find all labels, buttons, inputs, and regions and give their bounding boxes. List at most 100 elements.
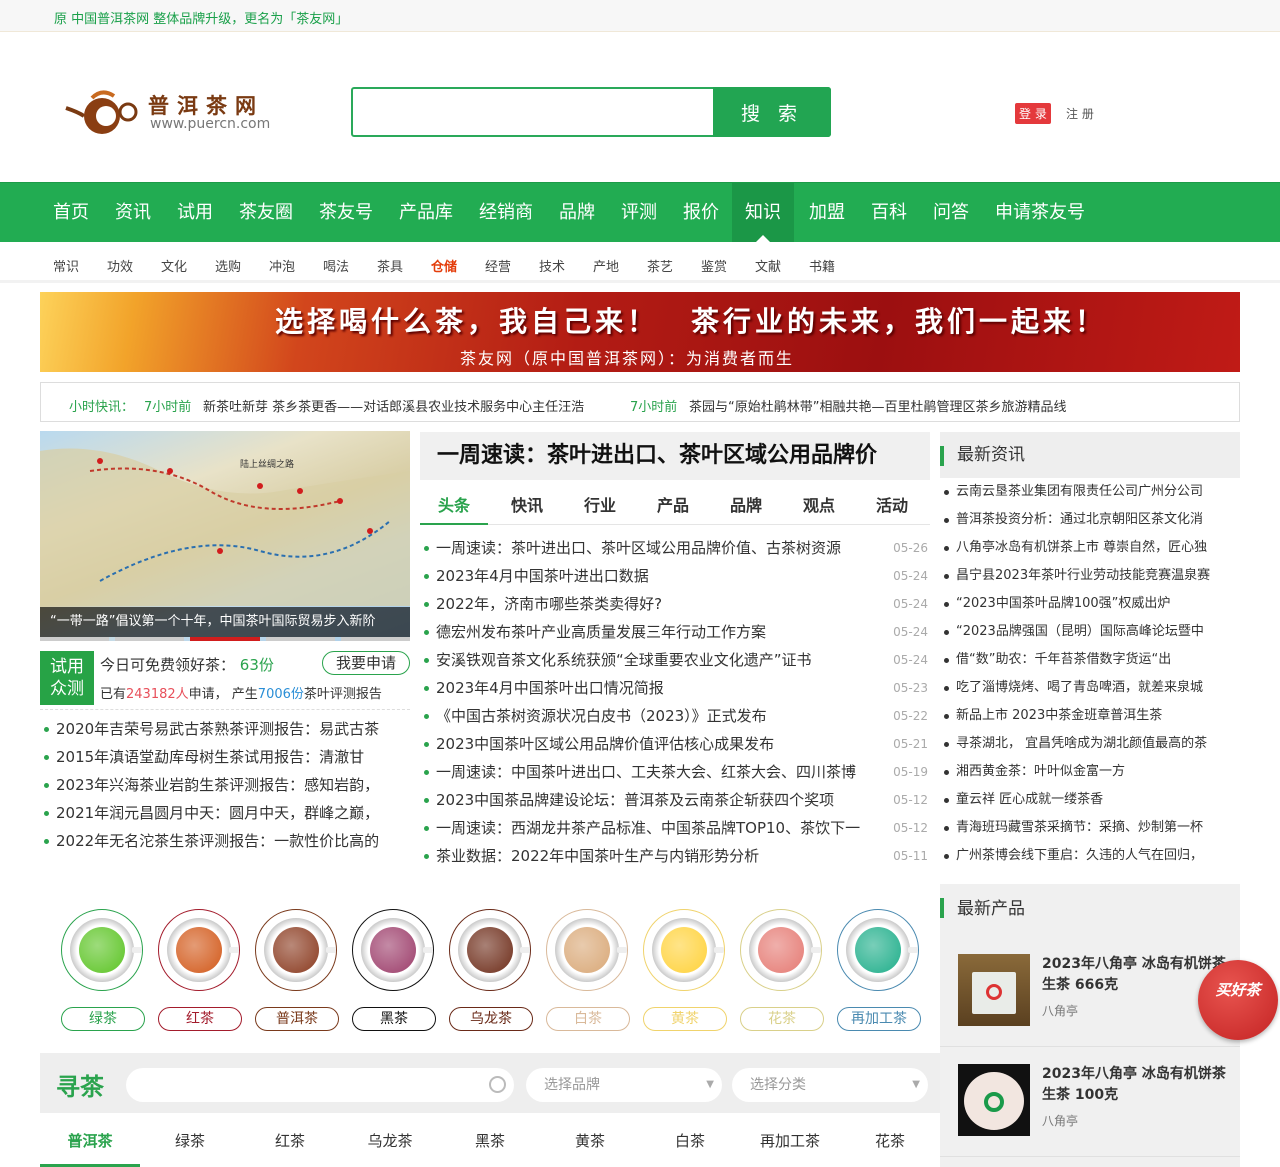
subnav-item[interactable]: 书籍 <box>809 256 835 275</box>
latest-news-item[interactable]: 昌宁县2023年茶叶行业劳动技能竞赛温泉赛 <box>940 562 1236 590</box>
news-item[interactable]: 茶业数据：2022年中国茶叶生产与内销形势分析 05-11 <box>420 842 928 870</box>
latest-news-item[interactable]: 借“数”助农：千年苔茶借数字货运“出 <box>940 646 1236 674</box>
nav-item[interactable]: 评测 <box>608 183 670 242</box>
ticker-item[interactable]: 新茶吐新芽 茶乡茶更香——对话郎溪县农业技术服务中心主任汪浩 <box>203 396 584 415</box>
finder-tab[interactable]: 绿茶 <box>140 1115 240 1167</box>
search-button[interactable]: 搜 索 <box>713 87 831 137</box>
news-tab[interactable]: 头条 <box>420 490 488 525</box>
news-item[interactable]: 2023年4月中国茶叶出口情况简报 05-23 <box>420 674 928 702</box>
tea-category-button[interactable]: 绿茶 <box>61 1007 145 1031</box>
news-item[interactable]: 一周速读：茶叶进出口、茶叶区域公用品牌价值、古茶树资源 05-26 <box>420 534 928 562</box>
subnav-item[interactable]: 冲泡 <box>269 256 295 275</box>
nav-item[interactable]: 知识 <box>732 183 794 242</box>
slider-dot[interactable] <box>340 637 410 641</box>
latest-news-item[interactable]: 普洱茶投资分析：通过北京朝阳区茶文化消 <box>940 506 1236 534</box>
tea-category-button[interactable]: 乌龙茶 <box>449 1007 533 1031</box>
finder-tab[interactable]: 黑茶 <box>440 1115 540 1167</box>
news-tab[interactable]: 产品 <box>639 490 707 525</box>
news-tab[interactable]: 品牌 <box>712 490 780 525</box>
tea-cup-icon[interactable] <box>61 909 143 991</box>
subnav-item[interactable]: 产地 <box>593 256 619 275</box>
slider-caption[interactable]: “一带一路”倡议第一个十年，中国茶叶国际贸易步入新阶 <box>40 607 410 637</box>
subnav-item[interactable]: 选购 <box>215 256 241 275</box>
latest-news-item[interactable]: 云南云垦茶业集团有限责任公司广州分公司 <box>940 478 1236 506</box>
finder-search-input[interactable] <box>126 1068 514 1102</box>
nav-item[interactable]: 试用 <box>164 183 226 242</box>
subnav-item[interactable]: 茶具 <box>377 256 403 275</box>
latest-news-item[interactable]: 寻茶湖北， 宜昌凭啥成为湖北颜值最高的茶 <box>940 730 1236 758</box>
news-item[interactable]: 安溪铁观音茶文化系统获颁“全球重要农业文化遗产”证书 05-24 <box>420 646 928 674</box>
brand-select[interactable]: 选择品牌 ▼ <box>526 1068 722 1102</box>
latest-news-item[interactable]: 吃了淄博烧烤、喝了青岛啤酒，就差来泉城 <box>940 674 1236 702</box>
news-item[interactable]: 一周速读：中国茶叶进出口、工夫茶大会、红茶大会、四川茶博 05-19 <box>420 758 928 786</box>
tea-cup-icon[interactable] <box>643 909 725 991</box>
login-button[interactable]: 登 录 <box>1015 103 1051 124</box>
latest-news-item[interactable]: “2023中国茶叶品牌100强”权威出炉 <box>940 590 1236 618</box>
tea-cup-icon[interactable] <box>837 909 919 991</box>
latest-news-item[interactable]: 广州茶博会线下重启：久违的人气在回归， <box>940 842 1236 870</box>
category-select[interactable]: 选择分类 ▼ <box>732 1068 928 1102</box>
promo-banner[interactable]: 选择喝什么茶，我自己来！ 茶行业的未来，我们一起来！ 茶友网（原中国普洱茶网）：… <box>40 292 1240 372</box>
report-item[interactable]: 2015年滇语堂勐库母树生茶试用报告：清澈甘 <box>40 743 410 771</box>
subnav-item[interactable]: 文化 <box>161 256 187 275</box>
subnav-item[interactable]: 文献 <box>755 256 781 275</box>
rebrand-notice[interactable]: 原 中国普洱茶网 整体品牌升级，更名为「茶友网」 <box>54 8 348 27</box>
subnav-item[interactable]: 功效 <box>107 256 133 275</box>
apply-button[interactable]: 我要申请 <box>322 651 410 675</box>
trial-badge[interactable]: 试用 众测 <box>40 651 94 705</box>
tea-cup-icon[interactable] <box>255 909 337 991</box>
tea-category-button[interactable]: 普洱茶 <box>255 1007 339 1031</box>
nav-item[interactable]: 问答 <box>920 183 982 242</box>
news-item[interactable]: 《中国古茶树资源状况白皮书（2023）》正式发布 05-22 <box>420 702 928 730</box>
search-icon[interactable] <box>489 1076 506 1093</box>
subnav-item[interactable]: 鉴赏 <box>701 256 727 275</box>
news-tab[interactable]: 行业 <box>566 490 634 525</box>
subnav-item[interactable]: 技术 <box>539 256 565 275</box>
subnav-item[interactable]: 经营 <box>485 256 511 275</box>
search-input[interactable] <box>353 89 713 135</box>
slider-dot-active[interactable] <box>190 637 260 641</box>
news-tab[interactable]: 观点 <box>785 490 853 525</box>
nav-item[interactable]: 首页 <box>40 183 102 242</box>
featured-slider[interactable]: 陆上丝绸之路 “一带一路”倡议第一个十年，中国茶叶国际贸易步入新阶 <box>40 431 410 641</box>
latest-news-item[interactable]: 青海班玛藏雪茶采摘节：采摘、炒制第一杯 <box>940 814 1236 842</box>
nav-item[interactable]: 申请茶友号 <box>982 183 1098 242</box>
tea-cup-icon[interactable] <box>352 909 434 991</box>
latest-news-item[interactable]: 新品上市 2023中茶金班章普洱生茶 <box>940 702 1236 730</box>
nav-item[interactable]: 加盟 <box>796 183 858 242</box>
latest-news-item[interactable]: 八角亭冰岛有机饼茶上市 尊崇自然，匠心独 <box>940 534 1236 562</box>
ticker-item[interactable]: 茶园与“原始杜鹃林带”相融共艳—百里杜鹃管理区茶乡旅游精品线 <box>689 396 1066 415</box>
nav-item[interactable]: 资讯 <box>102 183 164 242</box>
finder-tab[interactable]: 花茶 <box>840 1115 940 1167</box>
slider-dot[interactable] <box>40 637 110 641</box>
tea-cup-icon[interactable] <box>546 909 628 991</box>
slider-dot[interactable] <box>115 637 185 641</box>
report-item[interactable]: 2023年兴海茶业岩韵生茶评测报告：感知岩韵， <box>40 771 410 799</box>
nav-item[interactable]: 茶友号 <box>306 183 386 242</box>
finder-tab[interactable]: 白茶 <box>640 1115 740 1167</box>
tea-category-button[interactable]: 白茶 <box>546 1007 630 1031</box>
report-item[interactable]: 2022年无名沱茶生茶评测报告：一款性价比高的 <box>40 827 410 855</box>
nav-item[interactable]: 产品库 <box>386 183 466 242</box>
tea-category-button[interactable]: 黄茶 <box>643 1007 727 1031</box>
subnav-item[interactable]: 喝法 <box>323 256 349 275</box>
latest-news-item[interactable]: 童云祥 匠心成就一缕茶香 <box>940 786 1236 814</box>
slider-dot[interactable] <box>265 637 335 641</box>
nav-item[interactable]: 茶友圈 <box>226 183 306 242</box>
finder-tab[interactable]: 黄茶 <box>540 1115 640 1167</box>
site-logo[interactable]: 普洱茶网 www.puercn.com <box>64 88 279 138</box>
latest-news-item[interactable]: “2023品牌强国（昆明）国际高峰论坛暨中 <box>940 618 1236 646</box>
news-item[interactable]: 德宏州发布茶叶产业高质量发展三年行动工作方案 05-24 <box>420 618 928 646</box>
finder-tab[interactable]: 乌龙茶 <box>340 1115 440 1167</box>
news-item[interactable]: 2023年4月中国茶叶进出口数据 05-24 <box>420 562 928 590</box>
news-tab[interactable]: 快讯 <box>493 490 561 525</box>
news-item[interactable]: 2023中国茶叶区域公用品牌价值评估核心成果发布 05-21 <box>420 730 928 758</box>
finder-tab[interactable]: 红茶 <box>240 1115 340 1167</box>
tea-cup-icon[interactable] <box>740 909 822 991</box>
nav-item[interactable]: 报价 <box>670 183 732 242</box>
tea-cup-icon[interactable] <box>449 909 531 991</box>
news-item[interactable]: 2023中国茶品牌建设论坛：普洱茶及云南茶企斩获四个奖项 05-12 <box>420 786 928 814</box>
latest-news-item[interactable]: 湘西黄金茶：叶叶似金富一方 <box>940 758 1236 786</box>
nav-item[interactable]: 品牌 <box>546 183 608 242</box>
tea-category-button[interactable]: 红茶 <box>158 1007 242 1031</box>
